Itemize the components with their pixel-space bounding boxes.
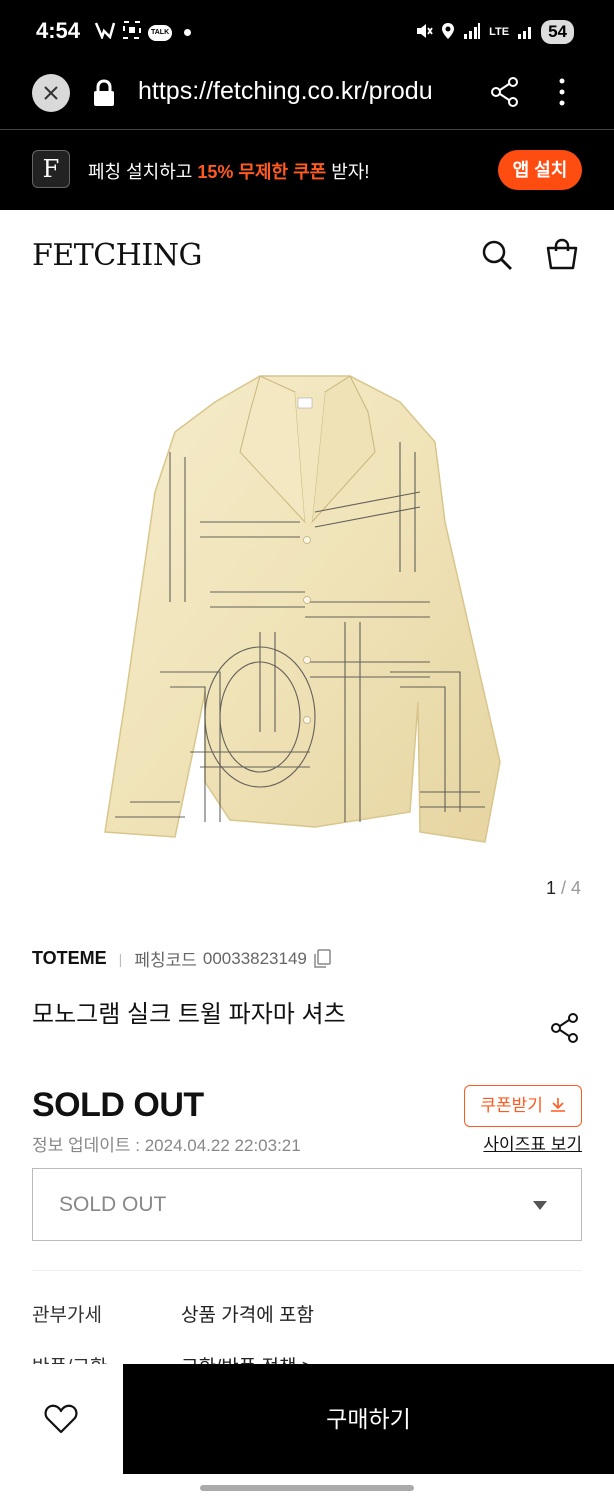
buy-button[interactable]: 구매하기 bbox=[123, 1364, 614, 1474]
dropdown-arrow-icon bbox=[533, 1201, 547, 1210]
location-icon bbox=[441, 22, 455, 43]
dot-icon bbox=[184, 29, 192, 36]
brand-row: TOTEME | 페칭코드 00033823149 bbox=[32, 946, 331, 971]
brand-name[interactable]: TOTEME bbox=[32, 948, 107, 969]
update-info: 정보 업데이트 : 2024.04.22 22:03:21 bbox=[32, 1136, 301, 1155]
brand-separator: | bbox=[118, 950, 123, 967]
bottom-action-bar: 구매하기 bbox=[0, 1364, 614, 1474]
coupon-label: 쿠폰받기 bbox=[480, 1096, 543, 1115]
banner-highlight: 15% 무제한 쿠폰 bbox=[197, 162, 327, 182]
url-text[interactable]: https://fetching.co.kr/produ bbox=[138, 77, 468, 106]
image-counter: 1 / 4 bbox=[546, 878, 581, 899]
battery-indicator: 54 bbox=[541, 20, 574, 44]
signal-icon-2 bbox=[517, 22, 533, 43]
image-counter-separator: / bbox=[555, 878, 571, 898]
app-notification-icon bbox=[94, 21, 116, 44]
banner-text: 페칭 설치하고 15% 무제한 쿠폰 받자! bbox=[88, 158, 369, 184]
home-indicator[interactable] bbox=[200, 1485, 414, 1491]
copy-icon[interactable] bbox=[313, 948, 331, 969]
product-image[interactable] bbox=[100, 372, 512, 852]
share-product-icon[interactable] bbox=[549, 1012, 581, 1044]
option-select-value: SOLD OUT bbox=[59, 1193, 167, 1216]
info-label-duty: 관부가세 bbox=[32, 1305, 102, 1326]
gesture-bar bbox=[0, 1474, 614, 1500]
heart-icon bbox=[44, 1404, 78, 1434]
talk-icon: TALK bbox=[148, 24, 173, 41]
share-icon[interactable] bbox=[490, 76, 520, 108]
screenshot-icon bbox=[122, 20, 142, 45]
option-select[interactable]: SOLD OUT bbox=[32, 1168, 582, 1241]
download-icon bbox=[550, 1098, 565, 1112]
app-logo-icon: F bbox=[32, 150, 70, 188]
wishlist-button[interactable] bbox=[0, 1364, 123, 1474]
status-bar: 4:54 TALK LTE 54 bbox=[0, 0, 614, 62]
image-counter-current: 1 bbox=[545, 878, 556, 898]
network-type-label: LTE bbox=[489, 26, 510, 38]
shopping-bag-icon[interactable] bbox=[545, 238, 579, 270]
product-code-label: 페칭코드 bbox=[134, 951, 197, 970]
more-menu-icon[interactable] bbox=[556, 76, 568, 108]
sold-out-status: SOLD OUT bbox=[32, 1086, 204, 1124]
image-counter-total: 4 bbox=[570, 878, 581, 898]
banner-text-start: 페칭 설치하고 bbox=[88, 162, 198, 182]
signal-icon bbox=[463, 22, 481, 43]
site-header: FETCHING bbox=[0, 210, 614, 300]
product-name: 모노그램 실크 트윌 파자마 셔츠 bbox=[32, 1001, 346, 1028]
close-icon bbox=[44, 86, 58, 100]
banner-text-end: 받자! bbox=[326, 162, 370, 182]
status-time: 4:54 bbox=[36, 18, 81, 43]
divider bbox=[32, 1270, 582, 1271]
product-code-value: 00033823149 bbox=[202, 948, 307, 968]
mute-icon bbox=[415, 22, 433, 43]
coupon-download-button[interactable]: 쿠폰받기 bbox=[464, 1085, 582, 1127]
size-chart-link[interactable]: 사이즈표 보기 bbox=[483, 1130, 582, 1155]
close-tab-button[interactable] bbox=[32, 74, 70, 112]
browser-url-bar: https://fetching.co.kr/produ bbox=[0, 62, 614, 130]
site-logo[interactable]: FETCHING bbox=[32, 238, 202, 273]
system-status-icons: LTE 54 bbox=[415, 20, 574, 44]
lock-icon bbox=[94, 79, 114, 106]
notification-icons: TALK bbox=[94, 20, 192, 45]
app-install-banner: F 페칭 설치하고 15% 무제한 쿠폰 받자! 앱 설치 bbox=[0, 130, 614, 210]
search-icon[interactable] bbox=[481, 239, 513, 271]
info-value-duty: 상품 가격에 포함 bbox=[181, 1305, 314, 1326]
install-app-button[interactable]: 앱 설치 bbox=[498, 150, 582, 190]
